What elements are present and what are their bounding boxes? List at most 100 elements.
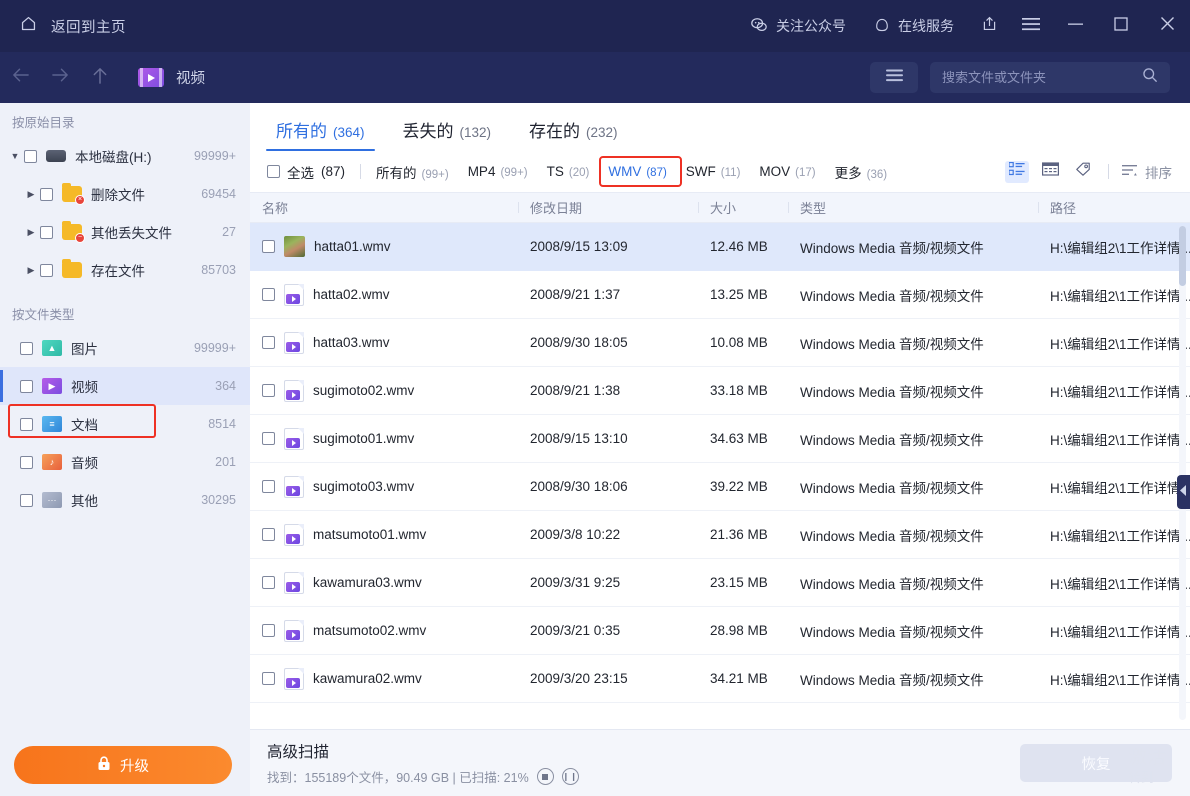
table-row[interactable]: matsumoto02.wmv 2009/3/21 0:35 28.98 MB … [250,607,1190,655]
file-list[interactable]: hatta01.wmv 2008/9/15 13:09 12.46 MB Win… [250,223,1190,720]
table-row[interactable]: hatta03.wmv 2008/9/30 18:05 10.08 MB Win… [250,319,1190,367]
caret-right-icon[interactable]: ▶ [22,265,40,276]
checkbox-local-disk[interactable] [24,150,37,163]
sidebar-item-documents[interactable]: ≡ 文档 8514 [0,405,250,443]
row-checkbox[interactable] [262,336,275,349]
filter-swf[interactable]: SWF (11) [686,164,741,179]
file-size: 34.21 MB [698,671,788,686]
sidebar-item-audio[interactable]: ♪ 音频 201 [0,443,250,481]
checkbox-documents[interactable] [20,418,33,431]
filter-mov[interactable]: MOV (17) [759,164,815,179]
column-header-path[interactable]: 路径 [1038,198,1190,217]
sidebar-item-videos[interactable]: ▶ 视频 364 [0,367,250,405]
caret-right-icon[interactable]: ▶ [22,227,40,238]
scan-title: 高级扫描 [267,740,579,762]
row-name-cell: sugimoto03.wmv [250,476,518,498]
tab-lost[interactable]: 丢失的 (132) [393,117,502,151]
maximize-button[interactable] [1098,0,1144,52]
detail-view-button[interactable] [1038,161,1062,183]
table-row[interactable]: sugimoto02.wmv 2008/9/21 1:38 33.18 MB W… [250,367,1190,415]
filter-ts[interactable]: TS (20) [547,164,590,179]
filter-wmv[interactable]: WMV (87) [608,164,666,179]
sidebar-item-other[interactable]: ··· 其他 30295 [0,481,250,519]
sidebar-item-existing-files[interactable]: ▶ 存在文件 85703 [0,251,250,289]
checkbox-videos[interactable] [20,380,33,393]
share-button[interactable] [968,0,1010,52]
video-folder-icon [138,68,164,87]
file-name: sugimoto02.wmv [313,383,414,398]
list-view-button[interactable] [1005,161,1029,183]
sidebar-item-pictures[interactable]: ▲ 图片 99999+ [0,329,250,367]
row-checkbox[interactable] [262,576,275,589]
tag-button[interactable] [1071,161,1095,183]
file-type: Windows Media 音频/视频文件 [788,237,1038,257]
checkbox-other[interactable] [20,494,33,507]
table-row[interactable]: matsumoto01.wmv 2009/3/8 10:22 21.36 MB … [250,511,1190,559]
tab-existing[interactable]: 存在的 (232) [519,117,628,151]
column-header-name[interactable]: 名称 [250,198,518,217]
row-checkbox[interactable] [262,240,275,253]
main-menu-button[interactable] [1010,0,1052,52]
recover-button[interactable]: 恢复 [1020,744,1172,782]
column-header-date[interactable]: 修改日期 [518,198,698,217]
wmv-file-icon [284,524,304,546]
column-header-size[interactable]: 大小 [698,198,788,217]
list-menu-button[interactable] [870,62,918,93]
table-row[interactable]: sugimoto03.wmv 2008/9/30 18:06 39.22 MB … [250,463,1190,511]
search-input[interactable] [942,70,1142,85]
search-box[interactable] [930,62,1170,93]
file-path: H:\编辑组2\1工作详情\... [1038,669,1190,689]
row-checkbox[interactable] [262,432,275,445]
breadcrumb[interactable]: 视频 [176,67,205,88]
online-service-button[interactable]: 在线服务 [860,0,968,52]
home-button[interactable]: 返回到主页 [20,15,126,37]
filter-all[interactable]: 所有的 (99+) [376,162,449,182]
table-row[interactable]: sugimoto01.wmv 2008/9/15 13:10 34.63 MB … [250,415,1190,463]
filter-mp4[interactable]: MP4 (99+) [468,164,528,179]
back-button[interactable] [0,52,40,103]
filter-ts-label: TS [547,164,564,179]
checkbox-select-all[interactable] [267,165,280,178]
file-date: 2009/3/8 10:22 [518,527,698,542]
table-row[interactable]: hatta01.wmv 2008/9/15 13:09 12.46 MB Win… [250,223,1190,271]
collapse-panel-button[interactable] [1177,475,1190,509]
table-row[interactable]: hatta02.wmv 2008/9/21 1:37 13.25 MB Wind… [250,271,1190,319]
select-all-control[interactable]: 全选 (87) [267,162,345,182]
row-checkbox[interactable] [262,480,275,493]
sidebar-label-local-disk: 本地磁盘(H:) [75,146,194,166]
follow-official-account-button[interactable]: 关注公众号 [736,0,860,52]
scrollbar-thumb[interactable] [1179,226,1186,286]
row-checkbox[interactable] [262,384,275,397]
scrollbar-track[interactable] [1179,226,1186,720]
row-checkbox[interactable] [262,288,275,301]
sort-control[interactable]: 排序 [1122,162,1172,182]
row-checkbox[interactable] [262,672,275,685]
caret-right-icon[interactable]: ▶ [22,189,40,200]
search-icon[interactable] [1142,67,1158,88]
file-type: Windows Media 音频/视频文件 [788,525,1038,545]
forward-button[interactable] [40,52,80,103]
stop-scan-button[interactable] [537,768,554,785]
sidebar-item-local-disk[interactable]: ▼ 本地磁盘(H:) 99999+ [0,137,250,175]
table-row[interactable]: kawamura03.wmv 2009/3/31 9:25 23.15 MB W… [250,559,1190,607]
checkbox-audio[interactable] [20,456,33,469]
upgrade-button[interactable]: 升级 [14,746,232,784]
checkbox-pictures[interactable] [20,342,33,355]
up-button[interactable] [80,52,120,103]
checkbox-other-lost-files[interactable] [40,226,53,239]
close-button[interactable] [1144,0,1190,52]
table-row[interactable]: kawamura02.wmv 2009/3/20 23:15 34.21 MB … [250,655,1190,703]
checkbox-existing-files[interactable] [40,264,53,277]
tab-existing-count: (232) [586,125,618,140]
row-checkbox[interactable] [262,624,275,637]
sidebar-item-other-lost-files[interactable]: ▶ − 其他丢失文件 27 [0,213,250,251]
row-checkbox[interactable] [262,528,275,541]
checkbox-deleted-files[interactable] [40,188,53,201]
caret-down-icon[interactable]: ▼ [6,151,24,161]
minimize-button[interactable] [1052,0,1098,52]
sidebar-item-deleted-files[interactable]: ▶ × 删除文件 69454 [0,175,250,213]
filter-more[interactable]: 更多 (36) [835,162,887,182]
tab-all[interactable]: 所有的 (364) [266,117,375,151]
pause-scan-button[interactable]: ❙❙ [562,768,579,785]
column-header-type[interactable]: 类型 [788,198,1038,217]
